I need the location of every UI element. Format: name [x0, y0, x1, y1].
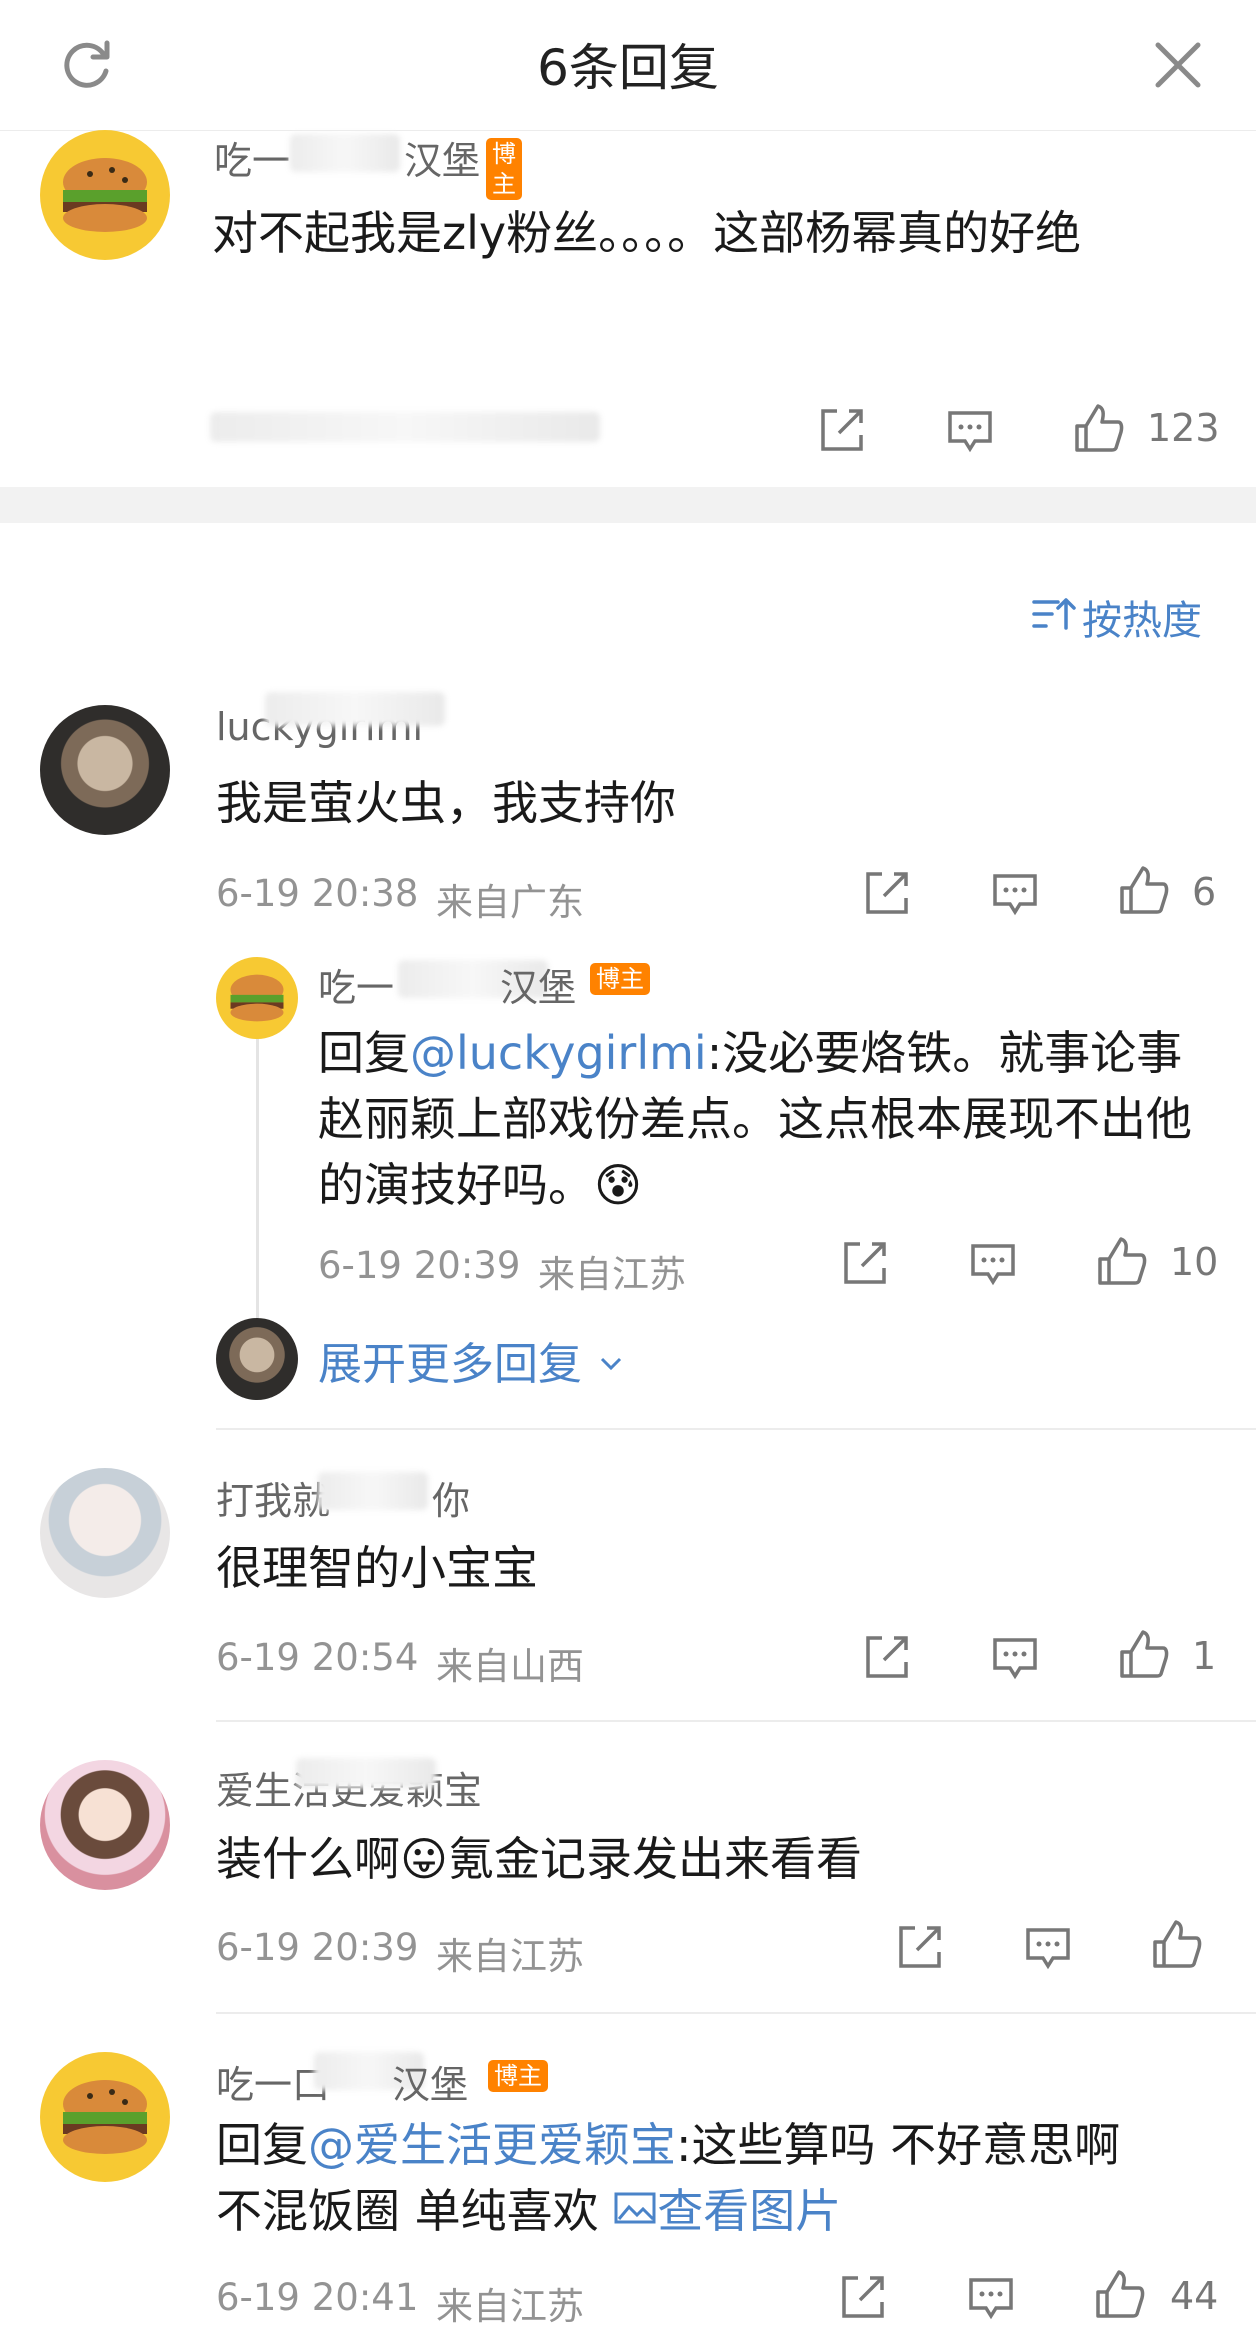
reply-text: 回复@luckygirlmi:没必要烙铁。就事论事 赵丽颖上部戏份差点。这点根本… [318, 1020, 1208, 1218]
comment-author[interactable]: 吃一口 [216, 2054, 330, 2109]
author-badge: 博主 [590, 963, 650, 995]
author-name-part[interactable]: 汉堡 [404, 130, 480, 185]
sort-icon [1030, 594, 1076, 638]
view-image-link[interactable]: 查看图片 [613, 2184, 841, 2238]
comment-author-part[interactable]: 你 [432, 1470, 470, 1525]
reply-author[interactable]: 吃一 [318, 957, 394, 1012]
avatar[interactable] [40, 1760, 170, 1890]
comment-icon[interactable] [990, 868, 1040, 922]
expand-replies-link[interactable]: 展开更多回复 [318, 1328, 626, 1392]
expand-label: 展开更多回复 [318, 1339, 582, 1390]
reply-time: 6-19 20:39 [318, 1244, 521, 1287]
blurred-name [290, 134, 400, 172]
comment-text: 回复@爱生活更爱颖宝:这些算吗 不好意思啊 不混饭圈 单纯喜欢 查看图片 [216, 2112, 1216, 2244]
share-icon[interactable] [817, 405, 867, 459]
divider [216, 2012, 1256, 2014]
avatar[interactable] [216, 1318, 298, 1400]
comment-text-part: 不混饭圈 单纯喜欢 [216, 2184, 614, 2238]
avatar[interactable] [40, 2052, 170, 2182]
like-count: 6 [1192, 870, 1217, 914]
comment-icon[interactable] [1023, 1922, 1073, 1976]
chevron-down-icon [596, 1339, 626, 1390]
blurred-name [318, 1472, 428, 1510]
author-name-part[interactable]: 吃一 [214, 130, 290, 185]
reply-thread-line [256, 1030, 259, 1320]
author-badge: 博主 [486, 138, 522, 200]
page-title: 6条回复 [537, 39, 719, 97]
reply-prefix: 回复 [216, 2118, 308, 2172]
share-icon[interactable] [840, 1238, 890, 1292]
comment-location: 来自山西 [436, 1645, 584, 1688]
comment-time: 6-19 20:39 [216, 1926, 419, 1969]
comment-text-part: 氪金记录发出来看看 [447, 1832, 862, 1886]
like-icon[interactable] [1150, 1918, 1204, 1976]
like-count: 44 [1170, 2274, 1219, 2318]
reply-author-part[interactable]: 汉堡 [500, 957, 576, 1012]
share-icon[interactable] [862, 868, 912, 922]
emoji: 😛 [400, 1832, 448, 1886]
comment-text-part: 装什么啊 [216, 1832, 400, 1886]
comment-icon[interactable] [968, 1238, 1018, 1292]
like-count: 123 [1147, 406, 1220, 450]
reply-prefix: 回复 [318, 1026, 410, 1080]
comment-icon[interactable] [990, 1632, 1040, 1686]
mention-link[interactable]: @luckygirlmi [410, 1026, 707, 1080]
comment-text-part: :这些算吗 不好意思啊 [676, 2118, 1121, 2172]
blurred-meta [210, 412, 600, 442]
like-icon[interactable] [1117, 864, 1171, 922]
comment-time: 6-19 20:41 [216, 2276, 419, 2319]
close-icon[interactable] [1148, 35, 1208, 95]
like-icon[interactable] [1072, 402, 1126, 460]
like-icon[interactable] [1117, 1628, 1171, 1686]
avatar[interactable] [40, 1468, 170, 1598]
sort-label: 按热度 [1082, 598, 1202, 644]
comment-text: 对不起我是zly粉丝。。。。这部杨幂真的好绝 [212, 206, 1082, 260]
view-image-label: 查看图片 [657, 2184, 842, 2238]
share-icon[interactable] [862, 1632, 912, 1686]
avatar[interactable] [40, 705, 170, 835]
comment-text: 我是萤火虫，我支持你 [216, 776, 676, 830]
share-icon[interactable] [838, 2272, 888, 2326]
divider [216, 1720, 1256, 1722]
comment-time: 6-19 20:54 [216, 1636, 419, 1679]
comment-icon[interactable] [945, 405, 995, 459]
comment-author-part[interactable]: 汉堡 [392, 2054, 468, 2109]
author-badge: 博主 [488, 2060, 548, 2092]
comment-location: 来自广东 [436, 881, 584, 924]
like-icon[interactable] [1095, 1235, 1149, 1293]
comment-text: 装什么啊😛氪金记录发出来看看 [216, 1826, 862, 1892]
comment-time: 6-19 20:38 [216, 872, 419, 915]
comment-location: 来自江苏 [436, 1935, 584, 1978]
avatar[interactable] [216, 957, 298, 1039]
share-icon[interactable] [895, 1922, 945, 1976]
like-count: 1 [1192, 1634, 1217, 1678]
blurred-name [265, 692, 445, 726]
avatar[interactable] [40, 130, 170, 260]
section-separator [0, 487, 1256, 523]
like-icon[interactable] [1093, 2268, 1147, 2326]
emoji: 😰 [594, 1158, 642, 1212]
divider [216, 1428, 1256, 1430]
comment-author[interactable]: 打我就 [216, 1470, 330, 1525]
blurred-name [296, 1758, 436, 1788]
comment-location: 来自江苏 [436, 2285, 584, 2328]
reply-location: 来自江苏 [538, 1253, 686, 1296]
header-bar: 6条回复 [0, 0, 1256, 131]
comment-text: 很理智的小宝宝 [216, 1541, 538, 1595]
comment-icon[interactable] [966, 2272, 1016, 2326]
like-count: 10 [1170, 1240, 1219, 1284]
mention-link[interactable]: @爱生活更爱颖宝 [308, 2118, 676, 2172]
image-icon [613, 2184, 657, 2238]
